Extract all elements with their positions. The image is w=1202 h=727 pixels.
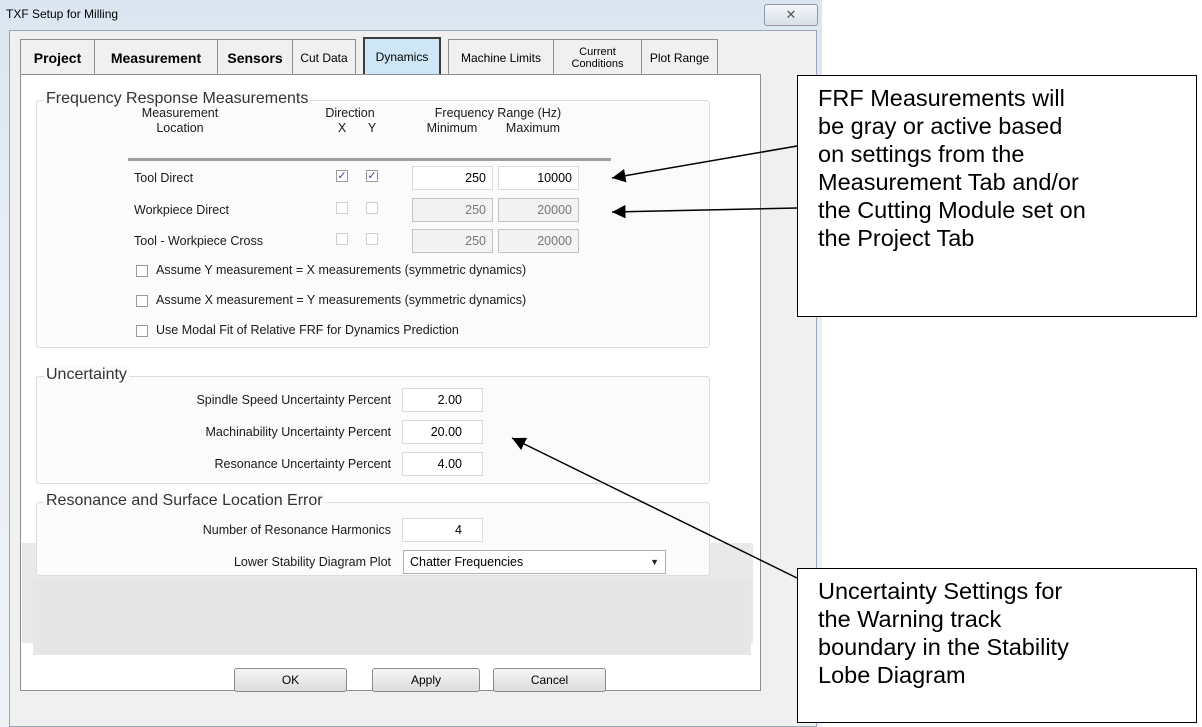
arrow-to-tool-direct — [611, 145, 798, 183]
arrow-to-workpiece-direct — [611, 204, 798, 219]
annotation-arrows — [511, 145, 798, 579]
arrow-to-uncertainty — [511, 437, 798, 579]
